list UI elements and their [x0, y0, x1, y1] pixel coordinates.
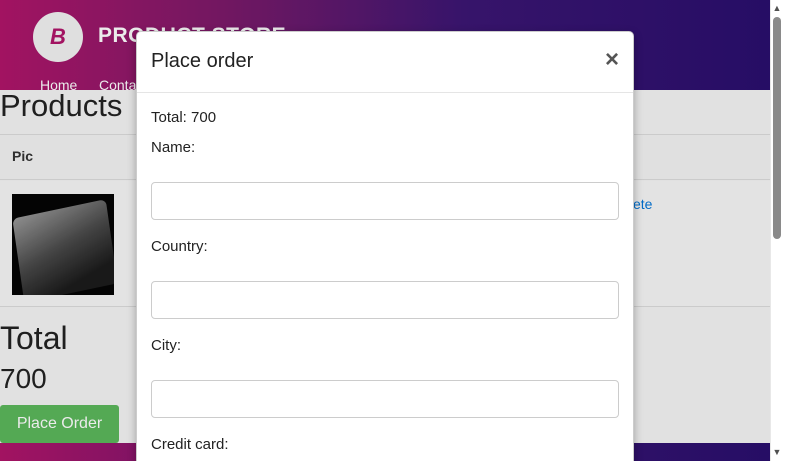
close-icon[interactable]: × — [605, 48, 619, 72]
country-label: Country: — [151, 238, 208, 255]
city-label: City: — [151, 337, 181, 354]
scroll-down-arrow-icon[interactable]: ▼ — [772, 447, 782, 457]
place-order-modal: Place order × Total: 700 Name: Country: … — [136, 31, 634, 461]
scroll-up-arrow-icon[interactable]: ▲ — [772, 3, 782, 13]
country-input[interactable] — [151, 281, 619, 319]
credit-card-label: Credit card: — [151, 436, 229, 453]
city-input[interactable] — [151, 380, 619, 418]
name-input[interactable] — [151, 182, 619, 220]
scrollbar-thumb[interactable] — [773, 17, 781, 239]
name-label: Name: — [151, 139, 196, 156]
modal-title: Place order — [151, 50, 254, 72]
order-total: Total: 700 — [151, 109, 217, 126]
